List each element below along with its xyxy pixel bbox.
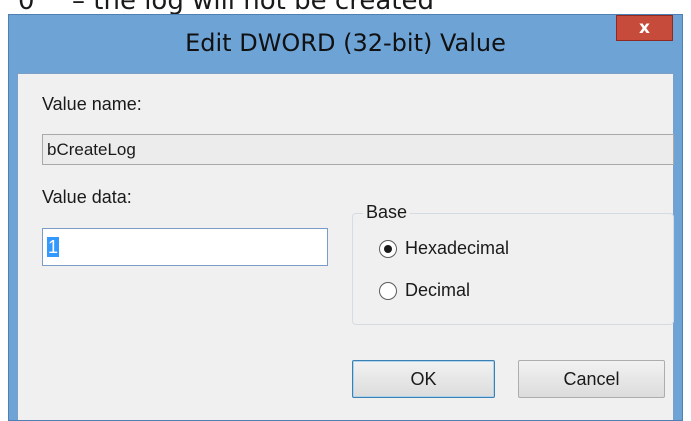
close-icon: x [639, 18, 650, 38]
radio-hexadecimal[interactable]: Hexadecimal [379, 238, 509, 259]
title-bar[interactable]: Edit DWORD (32-bit) Value x [9, 15, 682, 73]
close-button[interactable]: x [616, 15, 673, 41]
value-data-input[interactable]: 1 [42, 228, 328, 266]
value-name-label: Value name: [42, 94, 142, 114]
ok-button[interactable]: OK [352, 360, 495, 398]
radio-decimal-icon [379, 281, 397, 300]
value-name-field[interactable]: bCreateLog [42, 134, 674, 165]
value-data-text: 1 [47, 237, 60, 257]
radio-decimal-label: Decimal [405, 280, 471, 300]
edit-dword-dialog: Edit DWORD (32-bit) Value x Value name: … [8, 14, 683, 421]
dialog-title: Edit DWORD (32-bit) Value [185, 29, 506, 57]
radio-decimal[interactable]: Decimal [379, 280, 470, 301]
value-data-label: Value data: [42, 187, 132, 207]
radio-hexadecimal-label: Hexadecimal [405, 238, 510, 258]
base-label: Base [363, 202, 411, 223]
base-group: Base Hexadecimal Decimal [352, 202, 674, 325]
cancel-button[interactable]: Cancel [518, 360, 665, 398]
dialog-body: Value name: bCreateLog Value data: 1 Bas… [17, 73, 674, 420]
radio-hexadecimal-icon [379, 239, 397, 258]
